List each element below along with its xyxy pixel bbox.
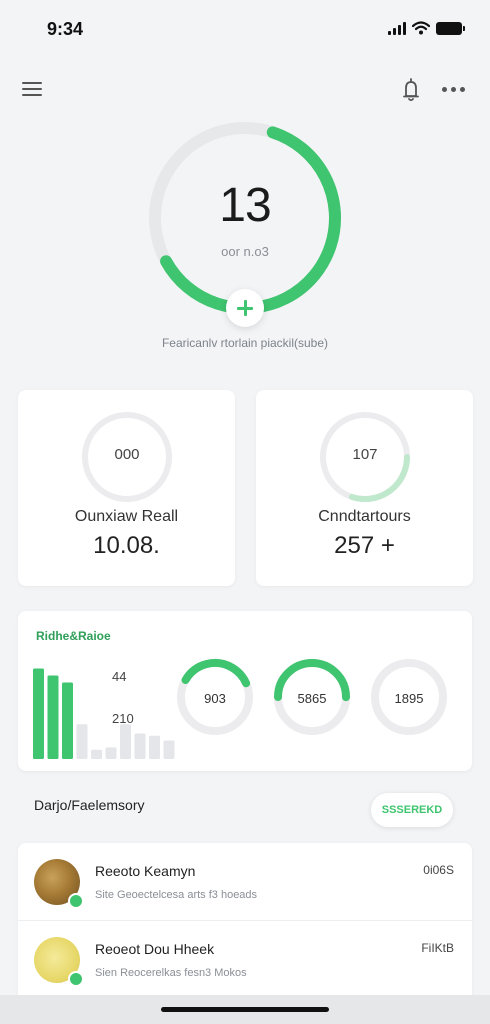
stat-ring-value: 107 [352, 446, 378, 463]
verified-badge-icon [68, 893, 84, 909]
hero-unit: oor n.o3 [221, 244, 269, 259]
stat-ring-value: 000 [114, 446, 140, 463]
activity-bar [105, 747, 117, 759]
list-item[interactable]: Reeoto Keamyn Site Geoectelcesa arts f3 … [18, 843, 472, 921]
bell-icon[interactable] [398, 76, 424, 104]
stat-value: 257 + [334, 532, 395, 559]
section-title: Darjo/Faelemsory [34, 797, 145, 813]
stat-label: Cnndtartours [318, 508, 411, 525]
mini-ring-value: 5865 [297, 691, 327, 706]
status-time: 9:34 [47, 19, 84, 39]
activity-bar [76, 724, 88, 759]
hero-progress-ring: 13 oor n.o3 [145, 118, 345, 318]
add-button[interactable] [226, 289, 264, 327]
section-action-button[interactable]: SSSEREKD [371, 793, 453, 827]
list-item-title: Reoeot Dou Hheek [95, 941, 215, 957]
verified-badge-icon [68, 971, 84, 987]
list-item-meta: 0i06S [423, 863, 454, 877]
activity-bar [47, 675, 59, 759]
recent-list: Reeoto Keamyn Site Geoectelcesa arts f3 … [18, 843, 472, 1003]
mini-ring-value: 903 [204, 691, 226, 706]
activity-card[interactable]: Ridhe&Raioe 44 210 903 5865 1895 [18, 611, 472, 771]
activity-bar [33, 668, 44, 759]
stat-card[interactable]: 107 Cnndtartours 257 + [256, 390, 473, 586]
stat-value: 10.08. [93, 532, 160, 559]
list-item-meta: FiIKtB [421, 941, 454, 955]
activity-bar [134, 733, 146, 759]
hamburger-icon[interactable] [22, 78, 46, 100]
list-item-title: Reeoto Keamyn [95, 863, 196, 879]
stat-card[interactable]: 000 Ounxiaw Reall 10.08. [18, 390, 235, 586]
activity-tick: 44 [112, 669, 127, 684]
hero-value: 13 [219, 179, 271, 232]
activity-bars [33, 668, 175, 759]
activity-bar [91, 749, 102, 759]
mini-ring-value: 1895 [394, 691, 424, 706]
signal-icon [388, 21, 406, 35]
top-nav [0, 70, 490, 110]
hero-caption: Fearicanlv rtorlain piackil(sube) [161, 336, 329, 350]
activity-bar [120, 724, 131, 759]
status-icons [388, 21, 465, 35]
activity-bar [163, 740, 175, 759]
wifi-icon [412, 21, 430, 35]
list-item[interactable]: Reoeot Dou Hheek Sien Reocerelkas fesn3 … [18, 921, 472, 999]
more-icon[interactable] [442, 78, 472, 100]
battery-icon [436, 21, 465, 35]
activity-bar [62, 682, 73, 759]
status-bar: 9:34 [0, 0, 490, 60]
home-indicator[interactable] [161, 1007, 329, 1012]
activity-tick: 210 [112, 711, 134, 726]
activity-bar [149, 735, 160, 759]
stat-label: Ounxiaw Reall [74, 508, 179, 525]
list-item-subtitle: Sien Reocerelkas fesn3 Mokos [95, 967, 247, 979]
list-item-subtitle: Site Geoectelcesa arts f3 hoeads [95, 889, 258, 901]
